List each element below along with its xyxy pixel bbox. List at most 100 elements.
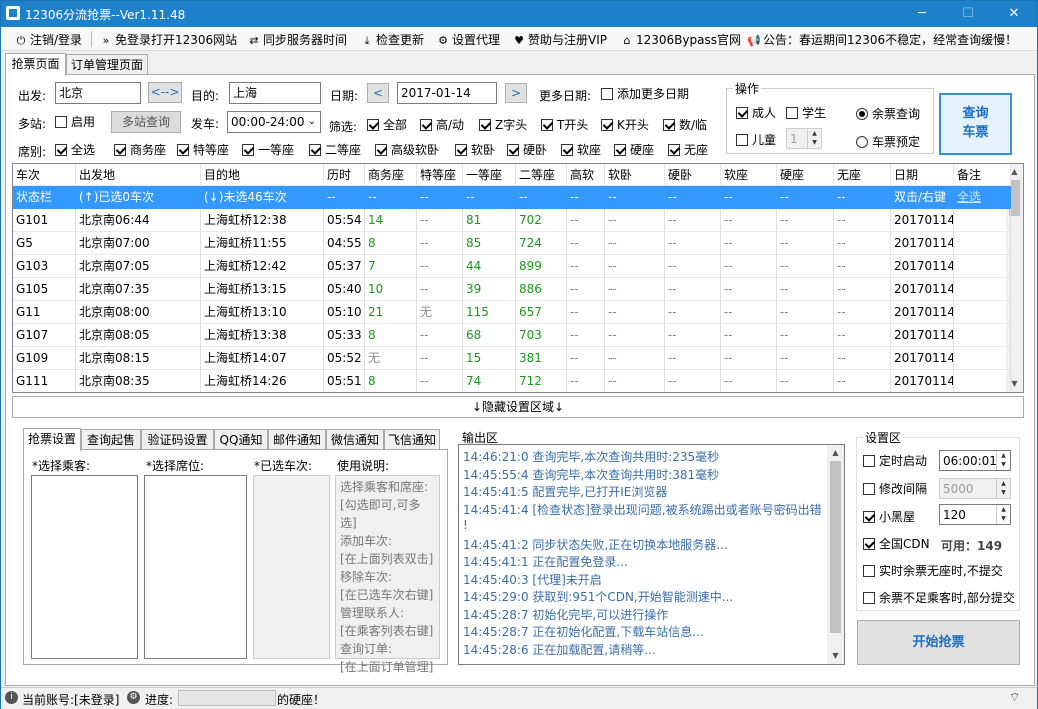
- filter-gd[interactable]: 高/动: [420, 118, 464, 132]
- table-cell: --: [463, 186, 516, 209]
- enable-multi-checkbox[interactable]: 启用: [55, 115, 95, 129]
- table-row[interactable]: G105 北京南07:35 上海虹桥13:15 05:40 10 -- 39 886 -- -- -…: [13, 278, 1011, 301]
- official-site-button[interactable]: ⌂ 12306Bypass官网: [620, 31, 741, 47]
- table-row[interactable]: G107 北京南08:05 上海虹桥13:38 05:33 8 -- 68 703 -- -- --…: [13, 324, 1011, 347]
- table-cell: --: [777, 209, 834, 232]
- table-cell: 上海虹桥13:15: [201, 278, 324, 301]
- table-cell: --: [417, 255, 463, 278]
- announcement-button[interactable]: 📢 公告：春运期间12306不稳定，经常查询缓慢！: [747, 31, 1017, 47]
- sponsor-vip-button[interactable]: ♥ 赞助与注册VIP: [512, 31, 607, 47]
- seat-all[interactable]: 全选: [55, 143, 95, 157]
- depart-select[interactable]: 00:00-24:00 ⌄: [227, 111, 321, 133]
- subtab-2[interactable]: 验证码设置: [141, 429, 214, 451]
- adult-checkbox[interactable]: 成人: [736, 106, 776, 120]
- timer-start-checkbox[interactable]: 定时启动: [863, 454, 927, 468]
- seat-hard-seat[interactable]: 硬座: [614, 143, 654, 157]
- reserve-radio[interactable]: 车票预定: [856, 135, 920, 149]
- subtab-0[interactable]: 抢票设置: [23, 428, 81, 451]
- cdn-checkbox[interactable]: 全国CDN: [863, 537, 930, 551]
- date-label: 日期:: [330, 89, 359, 103]
- subtab-3[interactable]: QQ通知: [214, 429, 268, 451]
- remaining-radio[interactable]: 余票查询: [856, 107, 920, 121]
- logout-login-button[interactable]: ⏻ 注销/登录: [14, 31, 82, 47]
- table-header: 车次 出发地 目的地 历时 商务座 特等座 一等座 二等座 高软 软卧 硬卧 软座 硬座 无座 日期 备注: [13, 164, 1011, 186]
- from-input[interactable]: 北京: [55, 82, 141, 104]
- seat-soft-sleeper[interactable]: 软卧: [455, 143, 495, 157]
- no-seat-checkbox[interactable]: 实时余票无座时,不提交: [863, 564, 1003, 578]
- filter-all[interactable]: 全部: [367, 118, 407, 132]
- table-cell: --: [567, 232, 605, 255]
- table-cell: 7: [365, 255, 417, 278]
- selected-train-list[interactable]: [253, 475, 330, 659]
- prev-date-button[interactable]: <: [367, 83, 389, 103]
- timer-input[interactable]: 06:00:01 ▲ ▼: [939, 450, 1011, 471]
- table-row[interactable]: G101 北京南06:44 上海虹桥12:38 05:54 14 -- 81 702 -- -- -…: [13, 209, 1011, 232]
- seat-special[interactable]: 特等座: [177, 143, 229, 157]
- to-input[interactable]: 上海: [229, 82, 321, 104]
- seat-list[interactable]: [144, 475, 247, 659]
- filter-num[interactable]: 数/临: [663, 118, 707, 132]
- table-row[interactable]: G5 北京南07:00 上海虹桥11:55 04:55 8 -- 85 724 -- -- -- --…: [13, 232, 1011, 255]
- table-row[interactable]: G11 北京南08:00 上海虹桥13:10 05:10 21 无 115 657 -- -- --…: [13, 301, 1011, 324]
- filter-k[interactable]: K开头: [601, 118, 649, 132]
- maximize-button[interactable]: ☐: [945, 1, 991, 27]
- seat-second[interactable]: 二等座: [309, 143, 361, 157]
- tab-orders[interactable]: 订单管理页面: [66, 54, 148, 76]
- subtab-5[interactable]: 微信通知: [326, 429, 384, 451]
- log-scroll-thumb[interactable]: [830, 461, 841, 633]
- hide-settings-toggle[interactable]: ↓隐藏设置区域↓: [12, 396, 1024, 418]
- add-dates-checkbox[interactable]: 添加更多日期: [601, 87, 689, 101]
- scroll-up-icon[interactable]: ▲: [828, 446, 843, 460]
- scroll-down-icon[interactable]: ▼: [828, 649, 843, 663]
- sync-time-button[interactable]: ⇄ 同步服务器时间: [247, 31, 347, 47]
- tab-ticket[interactable]: 抢票页面: [5, 53, 66, 76]
- next-date-button[interactable]: >: [505, 83, 527, 103]
- swap-button[interactable]: <-->: [148, 82, 182, 103]
- subtab-6[interactable]: 飞信通知: [384, 429, 440, 451]
- output-log[interactable]: ▲ ▼ 14:46:21:0 查询完毕,本次查询共用时:235毫秒 14:45:5…: [458, 444, 845, 665]
- column-header: 车次: [13, 164, 76, 186]
- open-12306-button[interactable]: » 免登录打开12306网站: [99, 31, 238, 47]
- table-cell: 20170114: [891, 232, 954, 255]
- partial-submit-checkbox[interactable]: 余票不足乘客时,部分提交: [863, 591, 1015, 605]
- seat-first[interactable]: 一等座: [242, 143, 294, 157]
- multi-query-button[interactable]: 多站查询: [111, 111, 181, 133]
- status-row[interactable]: 状态栏 (↑)已选0车次 (↓)未选46车次 -- -- -- -- -- -- -- -- -- --…: [13, 186, 1011, 209]
- table-row[interactable]: G109 北京南08:15 上海虹桥14:07 05:52 无 -- 15 381 -- -- --…: [13, 347, 1011, 370]
- seat-hard-sleeper[interactable]: 硬卧: [507, 143, 547, 157]
- blackroom-checkbox[interactable]: 小黑屋: [863, 510, 915, 524]
- student-checkbox[interactable]: 学生: [786, 106, 826, 120]
- table-row[interactable]: G103 北京南07:05 上海虹桥12:42 05:37 7 -- 44 899 -- -- --…: [13, 255, 1011, 278]
- blackroom-input[interactable]: 120 ▲ ▼: [939, 504, 1011, 525]
- table-cell: --: [567, 347, 605, 370]
- interval-input[interactable]: 5000 ▲ ▼: [939, 478, 1011, 499]
- seat-no-seat[interactable]: 无座: [668, 143, 708, 157]
- table-cell: 712: [516, 370, 567, 392]
- table-cell: --: [605, 186, 665, 209]
- start-grab-button[interactable]: 开始抢票: [857, 620, 1020, 665]
- close-button[interactable]: ✕: [991, 1, 1037, 27]
- child-checkbox[interactable]: 儿童: [736, 133, 776, 147]
- date-input[interactable]: 2017-01-14: [397, 82, 497, 104]
- table-cell: 上海虹桥11:55: [201, 232, 324, 255]
- filter-z[interactable]: Z字头: [479, 118, 527, 132]
- train-table[interactable]: ▲ ▼ 车次 出发地 目的地 历时 商务座 特等座 一等座 二等座 高软 软卧 硬卧 软座 硬座 无座 日期…: [12, 163, 1024, 393]
- check-update-button[interactable]: ⤓ 检查更新: [360, 31, 424, 47]
- filter-t[interactable]: T开头: [541, 118, 588, 132]
- subtab-4[interactable]: 邮件通知: [268, 429, 326, 451]
- proxy-settings-button[interactable]: ⚙ 设置代理: [436, 31, 500, 47]
- log-scrollbar[interactable]: ▲ ▼: [827, 445, 844, 664]
- child-count-stepper[interactable]: 1 ▲ ▼: [786, 128, 822, 149]
- query-tickets-button[interactable]: 查询 车票: [939, 93, 1012, 155]
- table-cell: 05:10: [324, 301, 365, 324]
- passenger-list[interactable]: [31, 475, 138, 659]
- minimize-button[interactable]: ─: [899, 1, 945, 27]
- table-row[interactable]: G111 北京南08:35 上海虹桥14:26 05:51 8 -- 74 712 -- -- --…: [13, 370, 1011, 392]
- seat-deluxe-soft-sleeper[interactable]: 高级软卧: [375, 143, 439, 157]
- subtab-1[interactable]: 查询起售: [81, 429, 141, 451]
- seat-soft-seat[interactable]: 软座: [561, 143, 601, 157]
- table-cell: --: [567, 255, 605, 278]
- interval-checkbox[interactable]: 修改间隔: [863, 482, 927, 496]
- seat-business[interactable]: 商务座: [114, 143, 166, 157]
- select-all-link[interactable]: 全选: [954, 186, 1011, 209]
